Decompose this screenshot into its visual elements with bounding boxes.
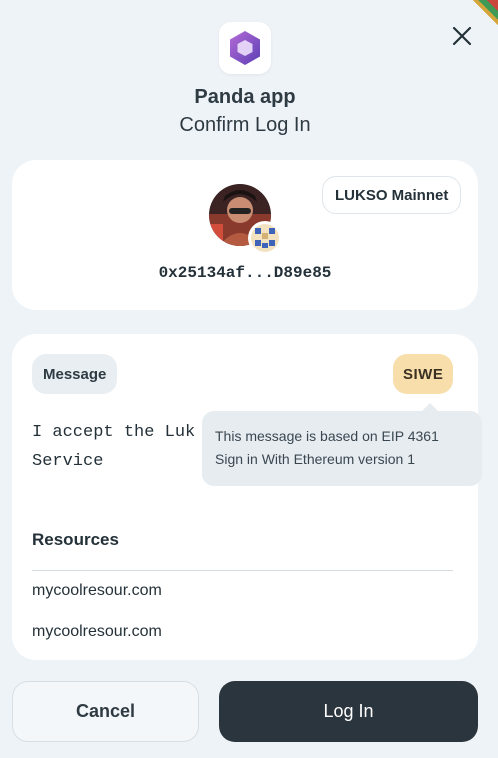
resources-title: Resources (32, 530, 119, 549)
divider (32, 570, 453, 571)
wallet-address: 0x25134af...D89e85 (158, 264, 332, 282)
profile-identicon (248, 221, 282, 255)
app-name: Panda app (194, 86, 296, 108)
tooltip-arrow (422, 403, 438, 411)
network-badge[interactable]: LUKSO Mainnet (322, 176, 462, 214)
siwe-badge[interactable]: SIWE (393, 354, 454, 394)
page-subtitle: Confirm Log In (179, 114, 311, 136)
message-card: Message SIWE I accept the Luk Service Re… (12, 334, 478, 660)
close-button[interactable] (450, 24, 474, 48)
tooltip-line-2: Sign in With Ethereum version 1 (215, 451, 415, 467)
resource-link[interactable]: mycoolresour.com (32, 623, 162, 641)
account-card: LUKSO Mainnet 0x25134af...D89e85 (12, 160, 478, 310)
siwe-tooltip: This message is based on EIP 4361 Sign i… (202, 403, 482, 486)
log-in-button[interactable]: Log In (219, 681, 478, 742)
cube-logo-icon (230, 31, 260, 65)
cancel-button[interactable]: Cancel (12, 681, 199, 742)
resource-link[interactable]: mycoolresour.com (32, 582, 162, 600)
message-tag: Message (32, 354, 118, 394)
app-logo (219, 22, 271, 74)
tooltip-line-1: This message is based on EIP 4361 (215, 428, 439, 444)
close-icon (452, 26, 472, 46)
